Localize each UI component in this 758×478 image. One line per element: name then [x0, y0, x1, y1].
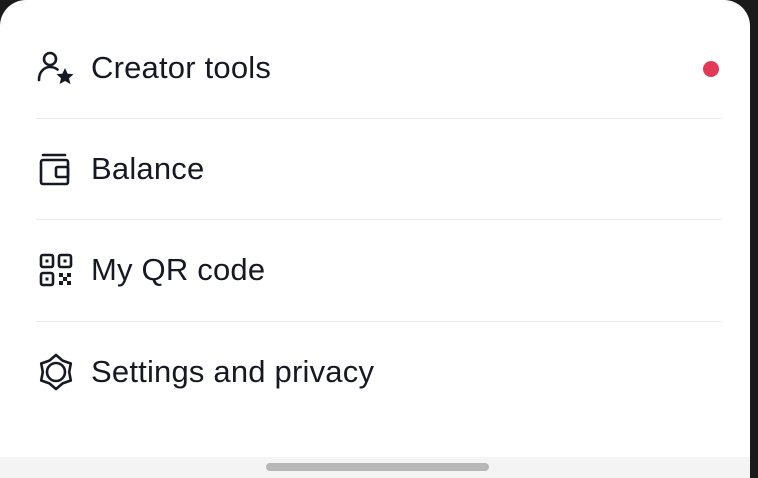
wallet-icon — [36, 149, 76, 189]
bottom-sheet-menu: Creator tools Balance My QR code Setting… — [0, 0, 750, 478]
menu-item-settings-and-privacy[interactable]: Settings and privacy — [0, 322, 750, 422]
menu-item-my-qr-code[interactable]: My QR code — [0, 220, 750, 320]
home-indicator[interactable] — [266, 463, 489, 471]
menu-item-creator-tools[interactable]: Creator tools — [0, 18, 750, 118]
gear-icon — [36, 352, 76, 392]
menu-item-balance[interactable]: Balance — [0, 119, 750, 219]
qr-code-icon — [36, 250, 76, 290]
notification-dot — [703, 61, 719, 77]
creator-tools-icon — [36, 48, 76, 88]
menu-item-label: Balance — [91, 151, 205, 186]
menu-item-label: Creator tools — [91, 50, 272, 85]
menu-item-label: My QR code — [91, 252, 266, 287]
menu-item-label: Settings and privacy — [91, 354, 375, 389]
